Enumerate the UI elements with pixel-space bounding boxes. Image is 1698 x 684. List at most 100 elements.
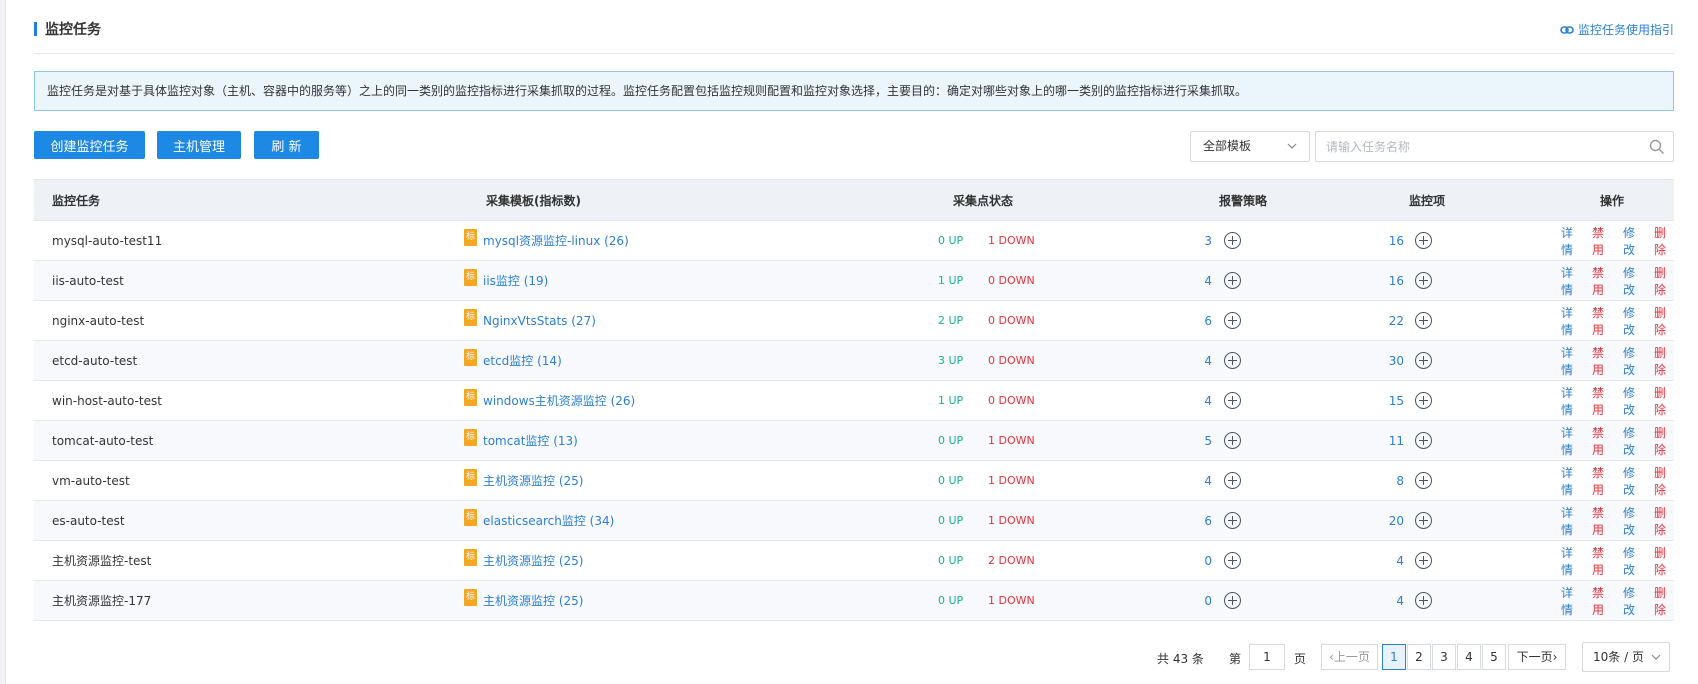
items-count[interactable]: 16 — [1364, 274, 1404, 288]
disable-link[interactable]: 禁用 — [1592, 384, 1612, 418]
edit-link[interactable]: 修改 — [1623, 304, 1643, 338]
add-item-plus-icon[interactable] — [1415, 552, 1432, 569]
edit-link[interactable]: 修改 — [1623, 344, 1643, 378]
delete-link[interactable]: 删除 — [1654, 424, 1674, 458]
search-box[interactable] — [1315, 131, 1674, 162]
edit-link[interactable]: 修改 — [1623, 504, 1643, 538]
disable-link[interactable]: 禁用 — [1592, 304, 1612, 338]
delete-link[interactable]: 删除 — [1654, 264, 1674, 298]
search-icon[interactable] — [1649, 139, 1665, 158]
search-input[interactable] — [1316, 132, 1636, 161]
disable-link[interactable]: 禁用 — [1592, 584, 1612, 618]
page-size-select[interactable]: 10条 / 页 — [1582, 642, 1670, 672]
edit-link[interactable]: 修改 — [1623, 424, 1643, 458]
items-count[interactable]: 8 — [1364, 474, 1404, 488]
delete-link[interactable]: 删除 — [1654, 544, 1674, 578]
template-link[interactable]: etcd监控 (14) — [483, 352, 562, 369]
template-link[interactable]: iis监控 (19) — [483, 272, 548, 289]
items-count[interactable]: 22 — [1364, 314, 1404, 328]
alarm-count[interactable]: 4 — [1182, 274, 1212, 288]
page-number-button[interactable]: 2 — [1407, 644, 1431, 670]
disable-link[interactable]: 禁用 — [1592, 504, 1612, 538]
add-item-plus-icon[interactable] — [1415, 592, 1432, 609]
detail-link[interactable]: 详情 — [1561, 424, 1581, 458]
disable-link[interactable]: 禁用 — [1592, 344, 1612, 378]
disable-link[interactable]: 禁用 — [1592, 544, 1612, 578]
alarm-count[interactable]: 4 — [1182, 474, 1212, 488]
template-select[interactable]: 全部模板 — [1190, 131, 1310, 162]
page-number-button[interactable]: 3 — [1432, 644, 1456, 670]
next-page-button[interactable]: 下一页› — [1508, 644, 1566, 670]
detail-link[interactable]: 详情 — [1561, 264, 1581, 298]
disable-link[interactable]: 禁用 — [1592, 224, 1612, 258]
add-item-plus-icon[interactable] — [1415, 432, 1432, 449]
template-link[interactable]: windows主机资源监控 (26) — [483, 392, 635, 409]
edit-link[interactable]: 修改 — [1623, 264, 1643, 298]
items-count[interactable]: 30 — [1364, 354, 1404, 368]
refresh-button[interactable]: 刷 新 — [254, 131, 319, 159]
disable-link[interactable]: 禁用 — [1592, 424, 1612, 458]
alarm-count[interactable]: 3 — [1182, 234, 1212, 248]
template-link[interactable]: NginxVtsStats (27) — [483, 314, 596, 328]
detail-link[interactable]: 详情 — [1561, 464, 1581, 498]
add-alarm-plus-icon[interactable] — [1224, 312, 1241, 329]
items-count[interactable]: 15 — [1364, 394, 1404, 408]
add-item-plus-icon[interactable] — [1415, 352, 1432, 369]
alarm-count[interactable]: 6 — [1182, 314, 1212, 328]
alarm-count[interactable]: 6 — [1182, 514, 1212, 528]
delete-link[interactable]: 删除 — [1654, 304, 1674, 338]
edit-link[interactable]: 修改 — [1623, 544, 1643, 578]
items-count[interactable]: 4 — [1364, 594, 1404, 608]
add-item-plus-icon[interactable] — [1415, 472, 1432, 489]
add-alarm-plus-icon[interactable] — [1224, 272, 1241, 289]
items-count[interactable]: 11 — [1364, 434, 1404, 448]
add-alarm-plus-icon[interactable] — [1224, 472, 1241, 489]
add-item-plus-icon[interactable] — [1415, 232, 1432, 249]
alarm-count[interactable]: 0 — [1182, 554, 1212, 568]
guide-link[interactable]: 监控任务使用指引 — [1560, 21, 1674, 38]
add-alarm-plus-icon[interactable] — [1224, 352, 1241, 369]
delete-link[interactable]: 删除 — [1654, 344, 1674, 378]
detail-link[interactable]: 详情 — [1561, 344, 1581, 378]
delete-link[interactable]: 删除 — [1654, 584, 1674, 618]
template-link[interactable]: elasticsearch监控 (34) — [483, 512, 614, 529]
add-alarm-plus-icon[interactable] — [1224, 592, 1241, 609]
delete-link[interactable]: 删除 — [1654, 224, 1674, 258]
edit-link[interactable]: 修改 — [1623, 384, 1643, 418]
detail-link[interactable]: 详情 — [1561, 304, 1581, 338]
pagination-goto-input[interactable]: 1 — [1249, 644, 1285, 670]
delete-link[interactable]: 删除 — [1654, 464, 1674, 498]
template-link[interactable]: 主机资源监控 (25) — [483, 472, 583, 489]
edit-link[interactable]: 修改 — [1623, 224, 1643, 258]
disable-link[interactable]: 禁用 — [1592, 264, 1612, 298]
detail-link[interactable]: 详情 — [1561, 504, 1581, 538]
page-number-button[interactable]: 1 — [1382, 644, 1406, 670]
template-link[interactable]: 主机资源监控 (25) — [483, 552, 583, 569]
host-management-button[interactable]: 主机管理 — [157, 131, 241, 159]
create-task-button[interactable]: 创建监控任务 — [34, 131, 145, 159]
detail-link[interactable]: 详情 — [1561, 384, 1581, 418]
add-alarm-plus-icon[interactable] — [1224, 512, 1241, 529]
template-link[interactable]: mysql资源监控-linux (26) — [483, 232, 629, 249]
add-alarm-plus-icon[interactable] — [1224, 432, 1241, 449]
template-link[interactable]: tomcat监控 (13) — [483, 432, 578, 449]
add-alarm-plus-icon[interactable] — [1224, 552, 1241, 569]
edit-link[interactable]: 修改 — [1623, 464, 1643, 498]
edit-link[interactable]: 修改 — [1623, 584, 1643, 618]
items-count[interactable]: 20 — [1364, 514, 1404, 528]
delete-link[interactable]: 删除 — [1654, 384, 1674, 418]
detail-link[interactable]: 详情 — [1561, 544, 1581, 578]
detail-link[interactable]: 详情 — [1561, 224, 1581, 258]
prev-page-button[interactable]: ‹上一页 — [1321, 644, 1378, 670]
template-link[interactable]: 主机资源监控 (25) — [483, 592, 583, 609]
add-item-plus-icon[interactable] — [1415, 312, 1432, 329]
add-item-plus-icon[interactable] — [1415, 392, 1432, 409]
disable-link[interactable]: 禁用 — [1592, 464, 1612, 498]
add-item-plus-icon[interactable] — [1415, 512, 1432, 529]
page-number-button[interactable]: 5 — [1482, 644, 1506, 670]
detail-link[interactable]: 详情 — [1561, 584, 1581, 618]
alarm-count[interactable]: 5 — [1182, 434, 1212, 448]
alarm-count[interactable]: 4 — [1182, 354, 1212, 368]
items-count[interactable]: 4 — [1364, 554, 1404, 568]
delete-link[interactable]: 删除 — [1654, 504, 1674, 538]
